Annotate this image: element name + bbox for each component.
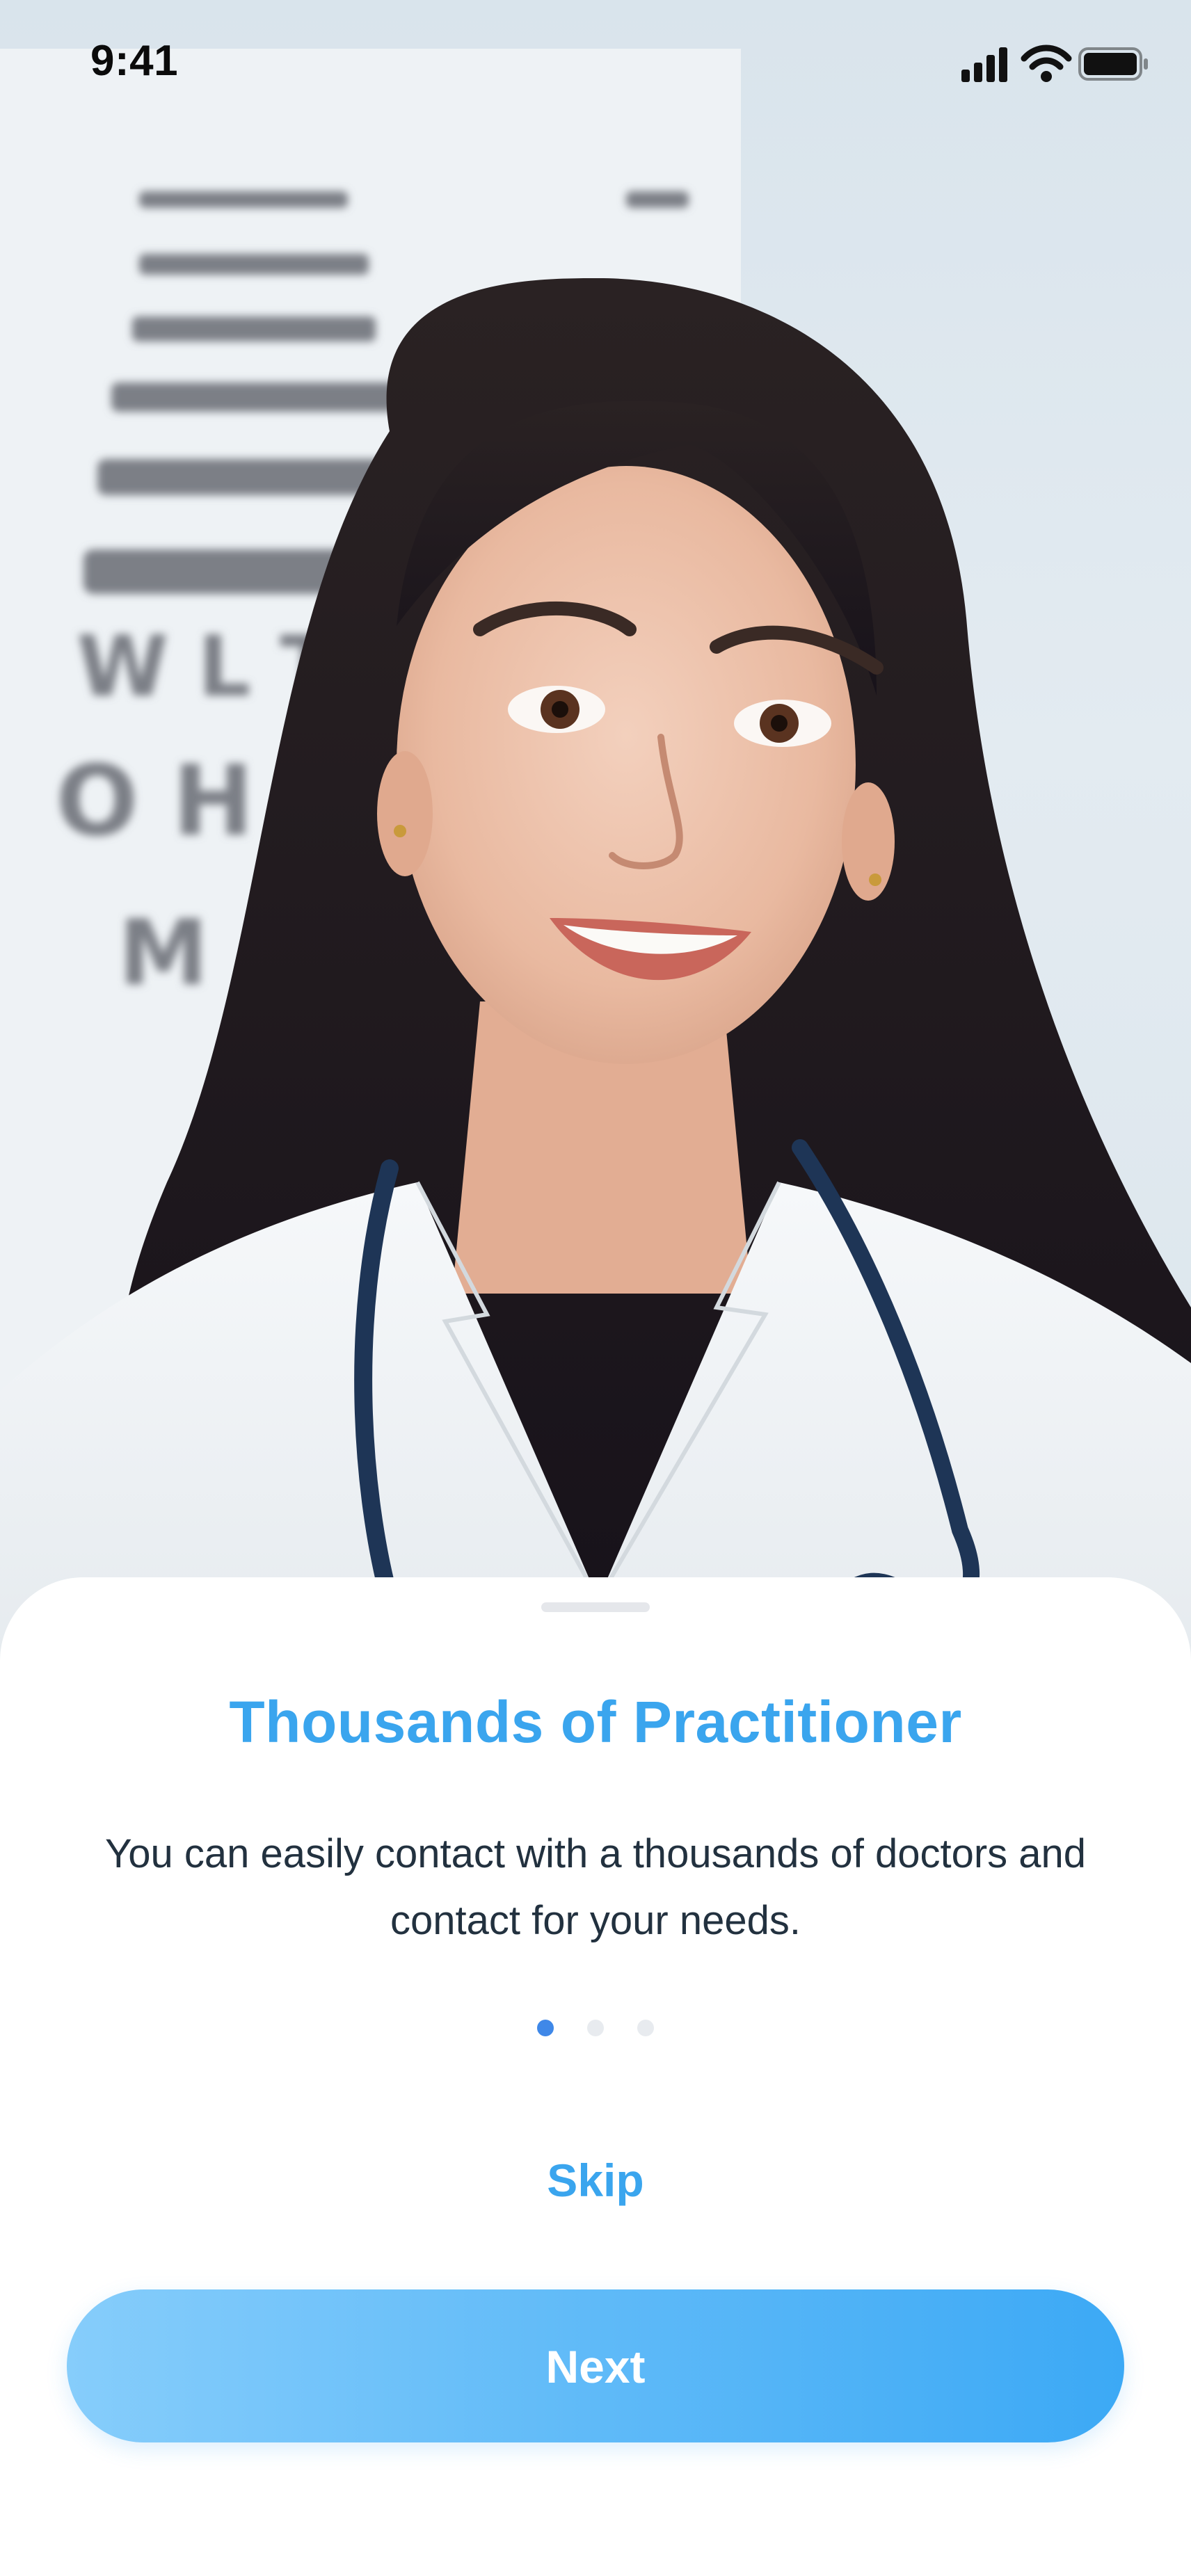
page-dot-3[interactable] [637, 2020, 654, 2036]
onboarding-title: Thousands of Practitioner [229, 1689, 962, 1755]
wifi-icon [1021, 45, 1072, 82]
chart-letters-m: M [118, 900, 208, 1006]
status-icons [961, 45, 1148, 82]
battery-icon [1078, 47, 1148, 81]
page-dot-1[interactable] [537, 2020, 554, 2036]
skip-button[interactable]: Skip [456, 2142, 735, 2219]
status-time: 9:41 [90, 37, 179, 85]
status-bar: 9:41 [0, 0, 1191, 125]
hero-doctor-photo: W L T A O H S M [0, 0, 1191, 1655]
next-button[interactable]: Next [67, 2289, 1124, 2442]
page-dot-2[interactable] [587, 2020, 604, 2036]
onboarding-sheet: Thousands of Practitioner You can easily… [0, 1577, 1191, 2576]
doctor-portrait-illustration: W L T A O H S M [0, 49, 1191, 1655]
sheet-grabber[interactable] [541, 1602, 650, 1612]
onboarding-screen: W L T A O H S M 9:41 Thousands of Practi… [0, 0, 1191, 2576]
page-indicator [0, 2020, 1191, 2040]
signal-icon [961, 47, 1007, 82]
onboarding-description: You can easily contact with a thousands … [104, 1831, 1087, 1943]
